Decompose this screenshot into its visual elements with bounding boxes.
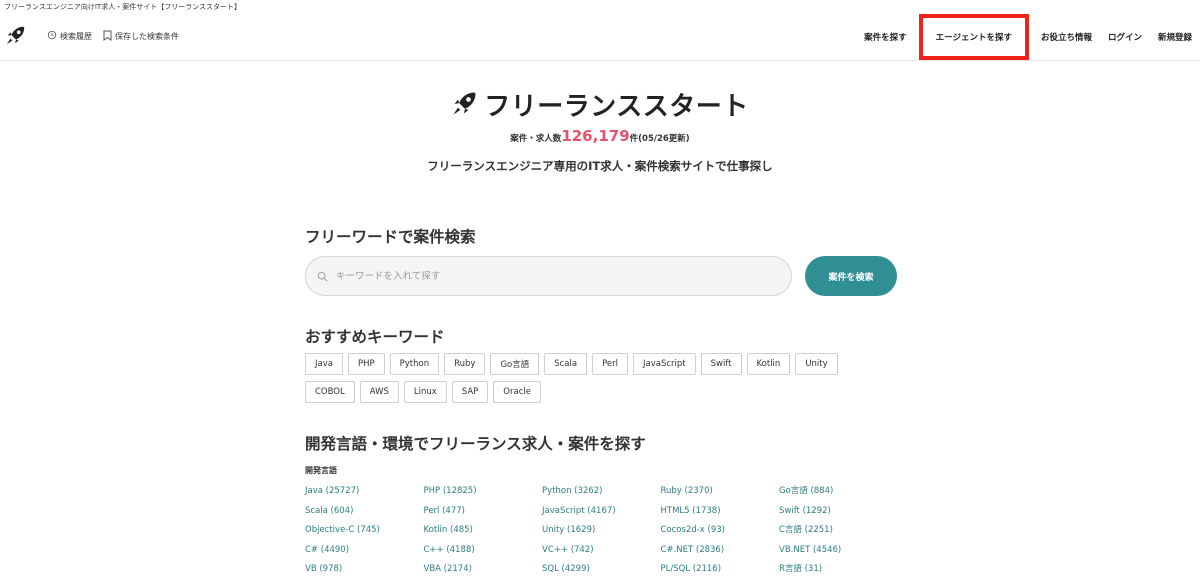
nav-find-agents[interactable]: エージェントを探す: [918, 14, 1029, 60]
keyword-tag[interactable]: Java: [305, 353, 343, 375]
language-link[interactable]: JavaScript (4167): [542, 504, 661, 524]
language-link[interactable]: VB.NET (4546): [779, 543, 898, 563]
recommended-keywords-heading: おすすめキーワード: [305, 328, 445, 346]
language-link[interactable]: Python (3262): [542, 484, 661, 504]
brand-name: フリーランススタート: [484, 92, 749, 122]
language-link[interactable]: SQL (4299): [542, 562, 661, 582]
language-link[interactable]: Ruby (2370): [661, 484, 780, 504]
keyword-tag[interactable]: Python: [389, 353, 440, 375]
keyword-tag[interactable]: COBOL: [305, 381, 355, 403]
job-count-value: 126,179: [561, 127, 630, 145]
keyword-tag[interactable]: AWS: [359, 381, 399, 403]
keyword-tag[interactable]: Perl: [592, 353, 629, 375]
keyword-tag[interactable]: SAP: [451, 381, 489, 403]
languages-heading: 開発言語・環境でフリーランス求人・案件を探す: [305, 435, 646, 453]
search-button[interactable]: 案件を検索: [805, 256, 897, 296]
language-link[interactable]: VC++ (742): [542, 543, 661, 563]
language-link[interactable]: PHP (12825): [424, 484, 543, 504]
window-title: フリーランスエンジニア向けIT求人・案件サイト【フリーランススタート】: [4, 3, 242, 11]
nav-find-jobs[interactable]: 案件を探す: [856, 14, 915, 60]
nav-signup[interactable]: 新規登録: [1150, 14, 1200, 60]
job-count-prefix: 案件・求人数: [510, 134, 562, 144]
tagline: フリーランスエンジニア専用のIT求人・案件検索サイトで仕事探し: [427, 159, 773, 173]
keyword-tag[interactable]: Unity: [795, 353, 838, 375]
keyword-tag[interactable]: Ruby: [444, 353, 486, 375]
language-link[interactable]: Cocos2d-x (93): [661, 523, 780, 543]
language-link[interactable]: Perl (477): [424, 504, 543, 524]
language-link[interactable]: Java (25727): [305, 484, 424, 504]
keyword-tag[interactable]: Linux: [403, 381, 447, 403]
brand-logo: フリーランススタート: [0, 86, 1200, 123]
nav-login[interactable]: ログイン: [1100, 14, 1150, 60]
keyword-tag[interactable]: Go言語: [490, 353, 540, 375]
saved-search-label: 保存した検索条件: [115, 32, 179, 41]
bookmark-icon: [103, 30, 112, 43]
language-link[interactable]: HTML5 (1738): [661, 504, 780, 524]
language-link[interactable]: Unity (1629): [542, 523, 661, 543]
search-icon: [317, 267, 328, 286]
language-link[interactable]: C# (4490): [305, 543, 424, 563]
freeword-heading: フリーワードで案件検索: [305, 228, 476, 246]
keyword-tag[interactable]: Swift: [700, 353, 742, 375]
saved-search-link[interactable]: 保存した検索条件: [103, 30, 179, 43]
rocket-icon: [451, 89, 479, 121]
language-link[interactable]: VB (978): [305, 562, 424, 582]
keyword-tag[interactable]: Kotlin: [746, 353, 791, 375]
search-input[interactable]: [336, 270, 756, 282]
nav-useful-info[interactable]: お役立ち情報: [1033, 14, 1100, 60]
history-icon: [47, 30, 57, 42]
rocket-icon[interactable]: [5, 24, 27, 46]
job-count-suffix: 件(05/26更新): [629, 134, 690, 144]
language-link[interactable]: Objective-C (745): [305, 523, 424, 543]
language-link[interactable]: C言語 (2251): [779, 523, 898, 543]
keyword-tag[interactable]: Oracle: [493, 381, 541, 403]
languages-category-label: 開発言語: [305, 466, 337, 475]
search-history-label: 検索履歴: [60, 31, 92, 41]
keyword-tag[interactable]: Scala: [544, 353, 588, 375]
language-link[interactable]: PL/SQL (2116): [661, 562, 780, 582]
language-link[interactable]: R言語 (31): [779, 562, 898, 582]
language-link[interactable]: C++ (4188): [424, 543, 543, 563]
language-link[interactable]: Go言語 (884): [779, 484, 898, 504]
keyword-tag[interactable]: PHP: [347, 353, 385, 375]
keyword-tags: Java PHP Python Ruby Go言語 Scala Perl Jav…: [305, 353, 865, 403]
search-box[interactable]: [305, 256, 792, 296]
language-link[interactable]: VBA (2174): [424, 562, 543, 582]
job-count: 案件・求人数126,179件(05/26更新): [0, 127, 1200, 145]
main-nav: 案件を探す エージェントを探す お役立ち情報 ログイン 新規登録: [856, 14, 1200, 60]
language-link[interactable]: Kotlin (485): [424, 523, 543, 543]
language-link[interactable]: Swift (1292): [779, 504, 898, 524]
language-link[interactable]: C#.NET (2836): [661, 543, 780, 563]
site-header: 検索履歴 保存した検索条件 案件を探す エージェントを探す お役立ち情報 ログイ…: [0, 14, 1200, 61]
keyword-tag[interactable]: JavaScript: [633, 353, 696, 375]
language-link[interactable]: Scala (604): [305, 504, 424, 524]
language-links: Java (25727) PHP (12825) Python (3262) R…: [305, 484, 898, 582]
search-history-link[interactable]: 検索履歴: [47, 30, 92, 42]
